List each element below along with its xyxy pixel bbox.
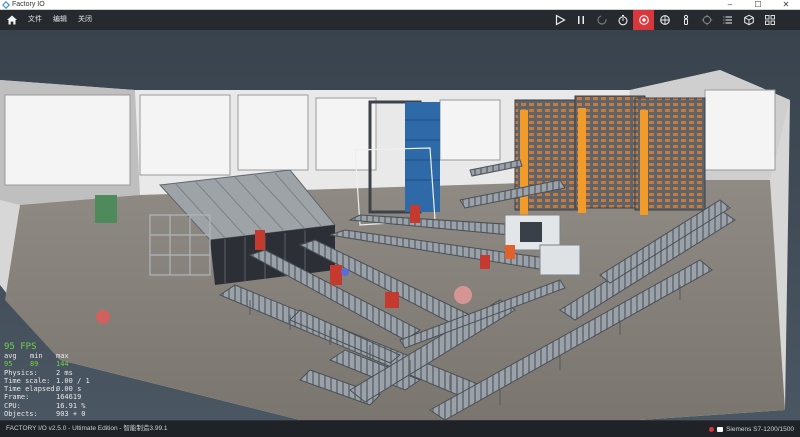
- play-button[interactable]: [549, 10, 570, 30]
- pause-icon: [577, 16, 584, 24]
- camera-fly-button[interactable]: [654, 10, 675, 30]
- home-icon[interactable]: [4, 12, 20, 28]
- stat-row: Time scale: 1.00 / 1: [4, 376, 90, 385]
- fps-value: 95: [4, 342, 15, 352]
- plc-icon: [717, 426, 724, 432]
- menu-close[interactable]: 关闭: [78, 10, 92, 30]
- stat-row: Time elapsed: 0.00 s: [4, 385, 82, 394]
- grid-button[interactable]: [759, 10, 780, 30]
- stat-row: Objects: 903 + 0: [4, 410, 86, 419]
- scene-viewport[interactable]: [0, 30, 800, 420]
- list-icon: [723, 16, 732, 24]
- menu-edit[interactable]: 编辑: [53, 10, 67, 30]
- stat-row: Physics: 2 ms: [4, 368, 73, 377]
- window-title: Factory IO: [12, 1, 45, 8]
- list-button[interactable]: [717, 10, 738, 30]
- header-min: min: [30, 352, 43, 360]
- camera-fly-icon: [659, 15, 670, 25]
- reset-button[interactable]: [591, 10, 612, 30]
- status-bar: FACTORY I/O v2.5.0 - Ultimate Edition - …: [0, 420, 800, 437]
- edition-label: FACTORY I/O v2.5.0 - Ultimate Edition - …: [6, 425, 168, 432]
- first-person-button[interactable]: [675, 10, 696, 30]
- stat-row: CPU: 16.91 %: [4, 401, 86, 410]
- performance-stats: 95 FPS avg min max 95 89 144 Physics: 2 m…: [4, 342, 90, 418]
- value-min: 89: [30, 360, 39, 369]
- camera-orbit-icon: [638, 15, 649, 25]
- factory-io-logo-icon: [2, 1, 10, 9]
- reset-icon: [596, 15, 607, 25]
- stat-row: Frame: 164619: [4, 393, 82, 402]
- maximize-button[interactable]: ☐: [744, 0, 772, 10]
- driver-status[interactable]: Siemens S7-1200/1500: [709, 421, 794, 437]
- driver-status-icon: [709, 426, 715, 432]
- close-button[interactable]: ✕: [772, 0, 800, 10]
- cube-icon: [743, 14, 754, 26]
- first-person-icon: [683, 14, 688, 25]
- window-titlebar: Factory IO – ☐ ✕: [0, 0, 800, 10]
- pause-button[interactable]: [570, 10, 591, 30]
- driver-label: Siemens S7-1200/1500: [726, 425, 794, 433]
- value-avg: 95: [4, 360, 13, 369]
- timer-icon: [617, 14, 628, 26]
- camera-orbit-button[interactable]: [633, 10, 654, 30]
- header-avg: avg: [4, 352, 17, 360]
- stats-values: 95 89 144: [4, 360, 90, 368]
- cube-button[interactable]: [738, 10, 759, 30]
- target-button[interactable]: [696, 10, 717, 30]
- fps-label: FPS: [20, 342, 37, 352]
- play-icon: [555, 14, 566, 26]
- factory-scene: [0, 30, 800, 420]
- timer-button[interactable]: [612, 10, 633, 30]
- main-toolbar: 文件 编辑 关闭: [0, 10, 800, 30]
- menu-file[interactable]: 文件: [28, 10, 42, 30]
- grid-icon: [764, 15, 775, 25]
- high-bay-racks: [514, 95, 706, 215]
- fps-readout: 95 FPS: [4, 342, 90, 352]
- target-icon: [701, 14, 712, 26]
- value-max: 144: [56, 360, 69, 369]
- stats-header: avg min max: [4, 352, 90, 360]
- minimize-button[interactable]: –: [716, 0, 744, 10]
- header-max: max: [56, 352, 69, 360]
